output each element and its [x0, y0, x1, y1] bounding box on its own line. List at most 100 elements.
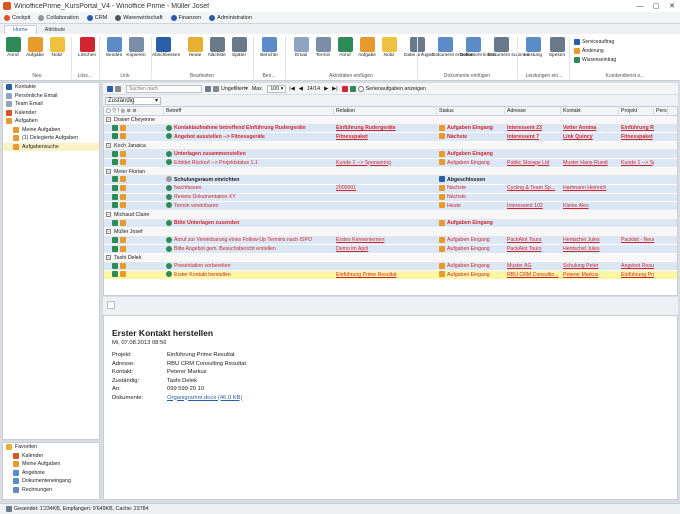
ribbon-button[interactable]: Dokument linken [460, 37, 496, 59]
favorite-item[interactable]: Rechnungen [3, 486, 99, 495]
app-tab[interactable]: Cockpit [4, 14, 30, 21]
document-link[interactable]: Organigramm.docx (46.0 KB) [167, 395, 242, 401]
cell-address[interactable] [505, 219, 561, 228]
cell-contact[interactable] [561, 150, 619, 159]
cell-project[interactable] [619, 184, 654, 193]
cell-relation[interactable] [334, 202, 437, 211]
ribbon-button[interactable]: Notiz [378, 37, 400, 59]
ribbon-button[interactable]: Termin [312, 37, 334, 59]
collapse-icon[interactable]: − [106, 143, 111, 149]
ribbon-button[interactable]: Anruf [334, 37, 356, 59]
cell-contact[interactable] [561, 193, 619, 202]
app-tab[interactable]: Administration [209, 14, 252, 21]
sidebar-item[interactable]: Team Email [3, 100, 99, 109]
cell-relation[interactable]: Einführung Prime Resultat [334, 271, 437, 280]
cell-address[interactable]: Interessent 7 [505, 133, 561, 142]
ribbon-small-button[interactable]: Änderung [574, 48, 604, 54]
cell-relation[interactable]: Kunde 1 --> Sponsoring [334, 159, 437, 168]
table-row[interactable]: Termin vereinbaren Heute Interessent 102 Kl… [104, 202, 677, 211]
column-header[interactable]: Projekt [619, 107, 654, 116]
app-tab[interactable]: CRM [86, 14, 107, 21]
ribbon-button[interactable]: Leistung [522, 37, 544, 59]
cell-relation[interactable]: 2000001 [334, 184, 437, 193]
cell-project[interactable]: Einführung Rude... [619, 124, 654, 133]
favorite-item[interactable]: Kalender [3, 452, 99, 461]
cell-address[interactable] [505, 176, 561, 185]
ribbon-button[interactable]: Email [290, 37, 312, 59]
app-tab[interactable]: Warenwirtschaft [115, 14, 163, 21]
ribbon-button[interactable]: Dokument erstellen [432, 37, 473, 59]
table-row[interactable]: Erbittet Rückruf --> Projektstatus 1.1 Ku… [104, 159, 677, 168]
cell-contact[interactable] [561, 219, 619, 228]
edit-icon[interactable] [107, 85, 113, 92]
cell-project[interactable]: Angebot Resultat [619, 262, 654, 271]
collapse-icon[interactable]: − [106, 229, 111, 235]
cell-project[interactable] [619, 219, 654, 228]
ribbon-button[interactable]: Aufgabe [24, 37, 46, 59]
minimize-button[interactable]: — [632, 3, 648, 10]
cell-address[interactable]: Interessent 23 [505, 124, 561, 133]
table-row[interactable]: Bitte Angebot gem. Besuchsbericht erstel… [104, 245, 677, 255]
ribbon-button[interactable]: Dokument scannen [488, 37, 529, 59]
ribbon-button[interactable]: Löschen [76, 37, 98, 59]
cell-project[interactable] [619, 193, 654, 202]
ribbon-button[interactable]: Spesen [546, 37, 568, 59]
search-input[interactable]: Suchen nach [126, 84, 202, 93]
max-select[interactable]: 100 ▾ [267, 84, 287, 93]
cell-address[interactable] [505, 193, 561, 202]
cell-relation[interactable]: Fitnesspaket [334, 133, 437, 142]
favorite-item[interactable]: Meine Aufgaben [3, 460, 99, 469]
ribbon-button[interactable]: Heute [184, 37, 206, 59]
cell-contact[interactable]: Peterer Markus [561, 271, 619, 280]
ribbon-button[interactable]: Aufgabe [356, 37, 378, 59]
cell-project[interactable]: Fitnesspaket [619, 133, 654, 142]
ribbon-small-button[interactable]: Wissenseintrag [574, 57, 616, 63]
cell-project[interactable] [619, 150, 654, 159]
table-row[interactable]: Bitte Unterlagen zusenden Aufgaben Eingan… [104, 219, 677, 229]
collapse-icon[interactable]: − [106, 255, 111, 261]
pager-next[interactable]: ▶ [324, 86, 328, 92]
search-icon[interactable] [205, 85, 211, 92]
pdf-icon[interactable] [341, 85, 348, 92]
app-tab[interactable]: Finanzen [170, 14, 201, 21]
cell-address[interactable]: Interessent 102 [505, 202, 561, 211]
sidebar-item[interactable]: (1) Delegierte Aufgaben [3, 134, 99, 143]
cell-relation[interactable]: Einführung Rudergeräte [334, 124, 437, 133]
app-tab[interactable]: Collaboration [38, 14, 79, 21]
ribbon-button[interactable]: Später [228, 37, 250, 59]
column-header[interactable]: Adresse [505, 107, 561, 116]
cell-address[interactable]: Cycling & Team Sp... [505, 184, 561, 193]
column-header[interactable]: Kontakt [561, 107, 619, 116]
filter-dropdown[interactable]: Ungefiltert ▾ [213, 85, 248, 92]
cell-contact[interactable]: Vetter Annina [561, 124, 619, 133]
ribbon-button[interactable]: Berichte [258, 37, 280, 59]
column-header[interactable]: Betreff [164, 107, 334, 116]
cell-address[interactable]: PackAlot Tours [505, 245, 561, 254]
cell-relation[interactable]: Erstes Kennenlernen [334, 236, 437, 245]
sidebar-item[interactable]: Persönliche Email [3, 92, 99, 101]
cell-project[interactable]: Packlist - Neue Ver... [619, 236, 654, 245]
cell-project[interactable] [619, 176, 654, 185]
sidebar-item[interactable]: Meine Aufgaben [3, 126, 99, 135]
cell-project[interactable]: Kunde 1 --> Spons... [619, 159, 654, 168]
favorite-item[interactable]: Angebote [3, 469, 99, 478]
cell-contact[interactable]: Schulung Peter [561, 262, 619, 271]
cell-relation[interactable] [334, 176, 437, 185]
cell-contact[interactable]: Hartmann Heinrich [561, 184, 619, 193]
favorite-item[interactable]: Dokumenteneingang [3, 477, 99, 486]
pager-last[interactable]: ▶| [332, 86, 337, 92]
cell-relation[interactable]: Demo im April [334, 245, 437, 254]
collapse-icon[interactable]: − [106, 212, 111, 218]
tab-home[interactable]: Home [4, 25, 37, 34]
serial-tasks-toggle[interactable]: Serienaufgaben anzeigen [357, 85, 426, 92]
cell-address[interactable]: Muster AG [505, 262, 561, 271]
table-row[interactable]: Erster Kontakt herstellen Einführung Prim… [104, 271, 677, 280]
ribbon-button[interactable]: Abschliessen [152, 37, 180, 59]
maximize-button[interactable]: ▢ [648, 2, 664, 10]
sidebar-item[interactable]: Aufgabensuche [3, 142, 99, 151]
cell-relation[interactable] [334, 193, 437, 202]
sidebar-item[interactable]: Kalender [3, 109, 99, 118]
cell-contact[interactable]: Hentschel Jules [561, 236, 619, 245]
cell-relation[interactable] [334, 150, 437, 159]
excel-icon[interactable] [349, 85, 356, 92]
